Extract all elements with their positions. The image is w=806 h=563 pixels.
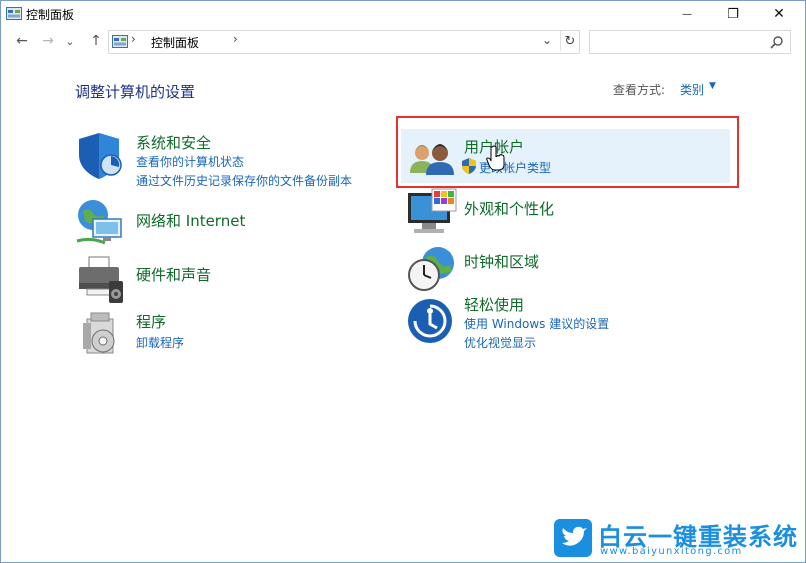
category-title-network-internet[interactable]: 网络和 Internet — [136, 210, 245, 231]
back-arrow-icon: ← — [16, 33, 28, 49]
up-arrow-icon: ↑ — [90, 33, 102, 49]
close-button[interactable]: ✕ — [756, 1, 802, 27]
category-ease-of-access: 轻松使用 使用 Windows 建议的设置 优化视觉显示 — [406, 295, 726, 355]
minimize-icon: — — [682, 8, 692, 20]
hand-cursor-icon — [486, 145, 505, 171]
programs-icon[interactable] — [75, 309, 127, 361]
twitter-bird-icon — [554, 519, 592, 557]
category-network-internet: 网络和 Internet — [75, 197, 375, 249]
window-title: 控制面板 — [26, 8, 75, 22]
monitor-icon[interactable] — [406, 187, 458, 239]
close-icon: ✕ — [773, 6, 785, 22]
search-input[interactable] — [592, 33, 766, 51]
printer-icon[interactable] — [75, 253, 127, 305]
clock-globe-icon[interactable] — [406, 243, 458, 295]
maximize-icon: ❐ — [727, 6, 739, 22]
address-bar[interactable]: › 控制面板 › ⌄ ↻ — [108, 30, 580, 54]
view-by-label: 查看方式: — [613, 83, 666, 97]
view-by-dropdown[interactable]: 类别 — [680, 81, 704, 98]
navigation-bar: ← → ⌄ ↑ › 控制面板 › ⌄ ↻ — [1, 28, 805, 56]
link-uninstall-program[interactable]: 卸载程序 — [136, 334, 184, 351]
control-panel-app-icon — [6, 7, 22, 20]
category-programs: 程序 卸载程序 — [75, 309, 375, 361]
address-dropdown-icon[interactable]: ⌄ — [542, 33, 552, 47]
view-by-chevron-icon[interactable]: ▼ — [709, 81, 716, 91]
control-panel-location-icon — [112, 35, 128, 48]
forward-button[interactable]: → — [37, 30, 59, 52]
recent-locations-button[interactable]: ⌄ — [63, 30, 77, 52]
page-title: 调整计算机的设置 — [75, 83, 196, 101]
watermark-url: www.baiyunxitong.com — [600, 546, 743, 557]
chevron-down-icon: ⌄ — [65, 34, 75, 48]
category-clock-region: 时钟和区域 — [406, 243, 726, 295]
search-icon[interactable] — [770, 35, 784, 49]
ease-of-access-icon[interactable] — [406, 295, 458, 347]
category-appearance-personalization: 外观和个性化 — [406, 187, 726, 239]
network-icon[interactable] — [75, 197, 127, 249]
back-button[interactable]: ← — [11, 30, 33, 52]
link-view-computer-status[interactable]: 查看你的计算机状态 — [136, 153, 244, 170]
breadcrumb-separator[interactable]: › — [131, 32, 136, 46]
category-title-clock-region[interactable]: 时钟和区域 — [464, 251, 539, 272]
category-title-programs[interactable]: 程序 — [136, 311, 166, 332]
search-box[interactable] — [589, 30, 791, 54]
refresh-button[interactable]: ↻ — [560, 31, 579, 51]
control-panel-window: 控制面板 — ❐ ✕ ← → ⌄ ↑ › 控制面板 › ⌄ ↻ 调整计算机的设置… — [0, 0, 806, 563]
category-title-system-security[interactable]: 系统和安全 — [136, 132, 211, 153]
title-bar: 控制面板 — ❐ ✕ — [1, 1, 805, 27]
link-file-history-backup[interactable]: 通过文件历史记录保存你的文件备份副本 — [136, 172, 352, 189]
shield-icon[interactable] — [75, 129, 127, 181]
maximize-button[interactable]: ❐ — [710, 1, 756, 27]
link-windows-recommended-settings[interactable]: 使用 Windows 建议的设置 — [464, 315, 609, 332]
breadcrumb-separator[interactable]: › — [233, 32, 238, 46]
category-hardware-sound: 硬件和声音 — [75, 253, 375, 305]
breadcrumb-control-panel[interactable]: 控制面板 — [151, 34, 199, 51]
up-button[interactable]: ↑ — [85, 30, 107, 52]
category-title-ease-of-access[interactable]: 轻松使用 — [464, 294, 524, 315]
category-title-hardware-sound[interactable]: 硬件和声音 — [136, 264, 211, 285]
category-user-accounts: 用户帐户 更改帐户类型 — [406, 133, 726, 185]
users-icon[interactable] — [406, 133, 458, 185]
link-optimize-visual-display[interactable]: 优化视觉显示 — [464, 334, 536, 351]
uac-shield-icon — [462, 158, 476, 174]
watermark-logo: 白云一键重装系统 www.baiyunxitong.com — [554, 517, 799, 559]
category-system-security: 系统和安全 查看你的计算机状态 通过文件历史记录保存你的文件备份副本 — [75, 129, 375, 189]
category-title-appearance[interactable]: 外观和个性化 — [464, 198, 554, 219]
forward-arrow-icon: → — [42, 33, 54, 49]
minimize-button[interactable]: — — [664, 1, 710, 27]
refresh-icon: ↻ — [564, 33, 576, 49]
